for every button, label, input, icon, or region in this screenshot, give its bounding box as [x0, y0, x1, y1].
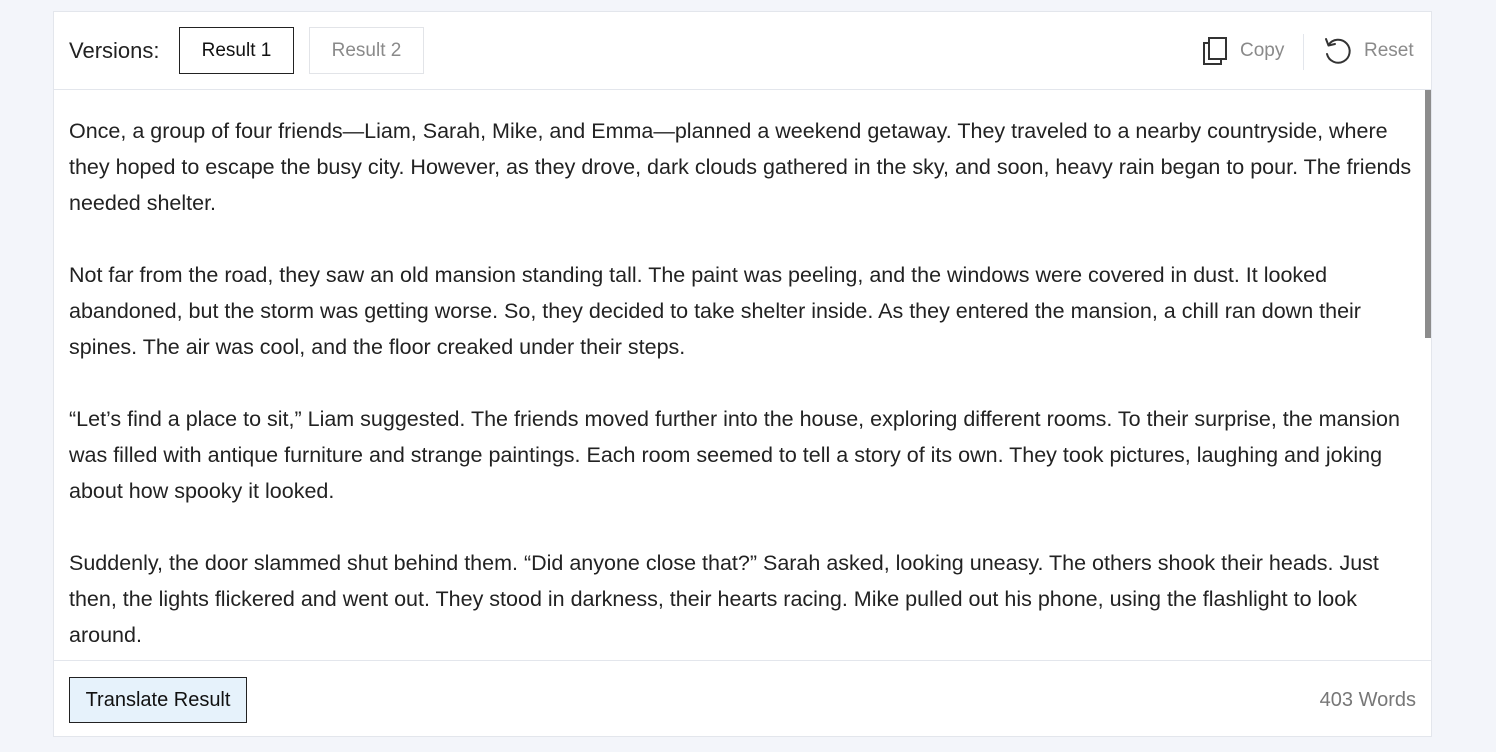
- result-text-area[interactable]: Once, a group of four friends—Liam, Sara…: [54, 90, 1431, 660]
- toolbar-divider: [1303, 34, 1304, 70]
- translate-result-button[interactable]: Translate Result: [69, 677, 247, 723]
- reset-icon: [1322, 36, 1352, 66]
- paragraph: Not far from the road, they saw an old m…: [69, 263, 1361, 359]
- copy-button[interactable]: Copy: [1202, 34, 1284, 68]
- word-count: 403 Words: [1319, 689, 1416, 711]
- versions-label: Versions:: [69, 38, 160, 63]
- paragraph: Once, a group of four friends—Liam, Sara…: [69, 119, 1412, 215]
- result-footer: Translate Result 403 Words: [54, 660, 1431, 738]
- reset-button[interactable]: Reset: [1322, 34, 1414, 68]
- result-text: Once, a group of four friends—Liam, Sara…: [69, 113, 1414, 660]
- result-toolbar: Versions: Result 1 Result 2 Copy Reset: [54, 12, 1431, 90]
- copy-icon: [1202, 36, 1228, 66]
- tab-result-1[interactable]: Result 1: [179, 27, 294, 74]
- copy-label: Copy: [1240, 40, 1285, 61]
- paragraph: Suddenly, the door slammed shut behind t…: [69, 551, 1379, 647]
- scrollbar-thumb[interactable]: [1425, 90, 1431, 338]
- result-panel: Versions: Result 1 Result 2 Copy Reset O…: [53, 11, 1432, 737]
- reset-label: Reset: [1364, 40, 1414, 61]
- paragraph: “Let’s find a place to sit,” Liam sugges…: [69, 407, 1400, 503]
- tab-result-2[interactable]: Result 2: [309, 27, 424, 74]
